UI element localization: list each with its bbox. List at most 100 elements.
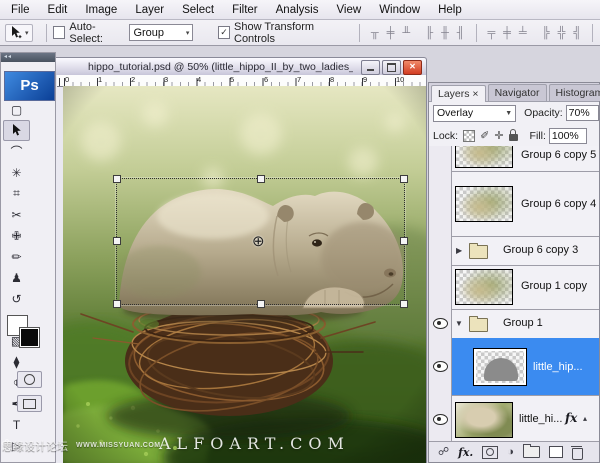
rectangular-marquee-tool[interactable]: ▢	[3, 99, 30, 120]
fx-chevron-icon[interactable]: ▴	[583, 414, 587, 423]
layer-thumbnail[interactable]	[455, 402, 513, 438]
menu-view[interactable]: View	[327, 2, 370, 18]
transform-reference-point[interactable]: ⊕	[252, 232, 265, 250]
layer-effects-badge[interactable]: fx	[565, 411, 577, 425]
distribute-middle-icon[interactable]: ╪	[501, 27, 513, 39]
expand-expanded-icon[interactable]: ▼	[455, 319, 463, 328]
align-center-icon[interactable]: ╫	[439, 27, 451, 39]
history-brush-tool[interactable]: ↺	[3, 288, 30, 309]
transform-handle-se[interactable]	[400, 300, 408, 308]
layer-row[interactable]: Group 6 copy 4	[429, 171, 599, 237]
layer-visibility-toggle[interactable]	[429, 171, 452, 236]
layer-row[interactable]: Group 1 copy	[429, 265, 599, 310]
clone-stamp-tool[interactable]: ♟	[3, 267, 30, 288]
slice-tool[interactable]: ✂	[3, 204, 30, 225]
distribute-left-icon[interactable]: ╠	[540, 27, 552, 39]
adjustment-layer-icon[interactable]: ◑	[507, 447, 514, 458]
minimize-button[interactable]	[361, 60, 380, 75]
align-top-icon[interactable]: ╥	[369, 27, 381, 39]
new-group-icon[interactable]	[523, 446, 540, 458]
canvas[interactable]: ⊕ WWW.MISSYUAN.COM ALFOART.COM	[63, 86, 426, 463]
menu-layer[interactable]: Layer	[126, 2, 173, 18]
transform-handle-w[interactable]	[113, 237, 121, 245]
align-right-icon[interactable]: ╢	[455, 27, 467, 39]
layer-mask-thumbnail[interactable]	[473, 348, 527, 386]
transform-handle-nw[interactable]	[113, 175, 121, 183]
layer-name[interactable]: Group 1	[503, 317, 543, 329]
tab-layers[interactable]: Layers ×	[431, 85, 486, 102]
menu-filter[interactable]: Filter	[223, 2, 267, 18]
show-transform-checkbox[interactable]: ✓	[218, 26, 230, 39]
new-layer-icon[interactable]	[549, 446, 563, 458]
transform-handle-n[interactable]	[257, 175, 265, 183]
fill-value[interactable]: 100%	[549, 128, 587, 144]
layer-name[interactable]: Group 6 copy 5	[521, 149, 596, 161]
layer-name[interactable]: little_hi...	[519, 413, 562, 425]
layer-name[interactable]: Group 1 copy	[521, 280, 587, 292]
align-bottom-icon[interactable]: ╨	[400, 27, 412, 39]
palette-collapse-bar[interactable]: ◂◂	[1, 53, 55, 62]
screen-mode-button[interactable]	[17, 395, 42, 412]
blend-mode-dropdown[interactable]: Overlay ▼	[433, 105, 516, 122]
blur-tool[interactable]: ⧫	[3, 351, 30, 372]
tab-histogram[interactable]: Histogram	[549, 84, 600, 101]
layer-row[interactable]: ▼ Group 1	[429, 309, 599, 339]
healing-brush-tool[interactable]: ✙	[3, 225, 30, 246]
layer-visibility-toggle[interactable]	[429, 265, 452, 309]
magic-wand-tool[interactable]: ✳	[3, 162, 30, 183]
lock-transparency-icon[interactable]	[463, 130, 475, 142]
layer-visibility-toggle[interactable]	[429, 236, 452, 265]
move-tool[interactable]	[3, 120, 30, 141]
auto-select-checkbox[interactable]	[53, 26, 65, 39]
rectangle-shape-tool[interactable]: ▭	[3, 456, 30, 463]
align-left-icon[interactable]: ╟	[423, 27, 435, 39]
tab-navigator[interactable]: Navigator	[488, 84, 547, 101]
layer-name[interactable]: Group 6 copy 4	[521, 198, 596, 210]
menu-help[interactable]: Help	[429, 2, 471, 18]
layer-visibility-toggle[interactable]	[429, 309, 452, 338]
transform-handle-s[interactable]	[257, 300, 265, 308]
layer-style-button[interactable]: fx.	[458, 447, 473, 458]
transform-handle-sw[interactable]	[113, 300, 121, 308]
auto-select-dropdown[interactable]: Group ▾	[129, 24, 193, 41]
distribute-top-icon[interactable]: ╤	[485, 27, 497, 39]
quick-mask-button[interactable]	[17, 371, 42, 388]
distribute-bottom-icon[interactable]: ╧	[517, 27, 529, 39]
opacity-value[interactable]: 70%	[566, 105, 599, 121]
type-tool[interactable]: T	[3, 414, 30, 435]
distribute-right-icon[interactable]: ╣	[571, 27, 583, 39]
distribute-center-icon[interactable]: ╬	[556, 27, 568, 39]
close-button[interactable]: ✕	[403, 60, 422, 75]
menu-edit[interactable]: Edit	[39, 2, 77, 18]
layer-row-selected[interactable]: little_hip...	[429, 338, 599, 396]
lock-all-icon[interactable]	[509, 134, 518, 141]
layer-row[interactable]: ▶ Group 6 copy 3	[429, 236, 599, 266]
layer-name[interactable]: Group 6 copy 3	[503, 244, 578, 256]
add-layer-mask-icon[interactable]	[482, 446, 498, 459]
document-title-bar[interactable]: hippo_tutorial.psd @ 50% (little_hippo_I…	[31, 58, 426, 75]
expand-collapsed-icon[interactable]: ▶	[456, 246, 462, 255]
maximize-button[interactable]	[382, 60, 401, 75]
brush-tool[interactable]: ✏	[3, 246, 30, 267]
lasso-tool[interactable]: ⌒	[3, 141, 30, 162]
transform-handle-e[interactable]	[400, 237, 408, 245]
delete-layer-icon[interactable]	[572, 448, 583, 460]
layer-row[interactable]: little_hi... fx ▴	[429, 395, 599, 444]
menu-window[interactable]: Window	[370, 2, 429, 18]
crop-tool[interactable]: ⌗	[3, 183, 30, 204]
layer-visibility-toggle[interactable]	[429, 146, 452, 171]
menu-analysis[interactable]: Analysis	[267, 2, 328, 18]
background-color-swatch[interactable]	[19, 327, 40, 348]
menu-image[interactable]: Image	[76, 2, 126, 18]
lock-pixels-icon[interactable]: ✐	[480, 129, 489, 142]
layer-visibility-toggle[interactable]	[429, 395, 452, 444]
tool-preset-picker[interactable]: ▾	[5, 24, 33, 42]
layer-name[interactable]: little_hip...	[533, 361, 583, 373]
layer-visibility-toggle[interactable]	[429, 338, 452, 395]
lock-position-icon[interactable]: ✛	[494, 129, 503, 142]
link-layers-icon[interactable]: ☍	[438, 447, 449, 458]
transform-handle-ne[interactable]	[400, 175, 408, 183]
layer-row[interactable]: Group 6 copy 5	[429, 146, 599, 172]
layer-thumbnail[interactable]	[455, 186, 513, 222]
layer-thumbnail[interactable]	[455, 269, 513, 305]
